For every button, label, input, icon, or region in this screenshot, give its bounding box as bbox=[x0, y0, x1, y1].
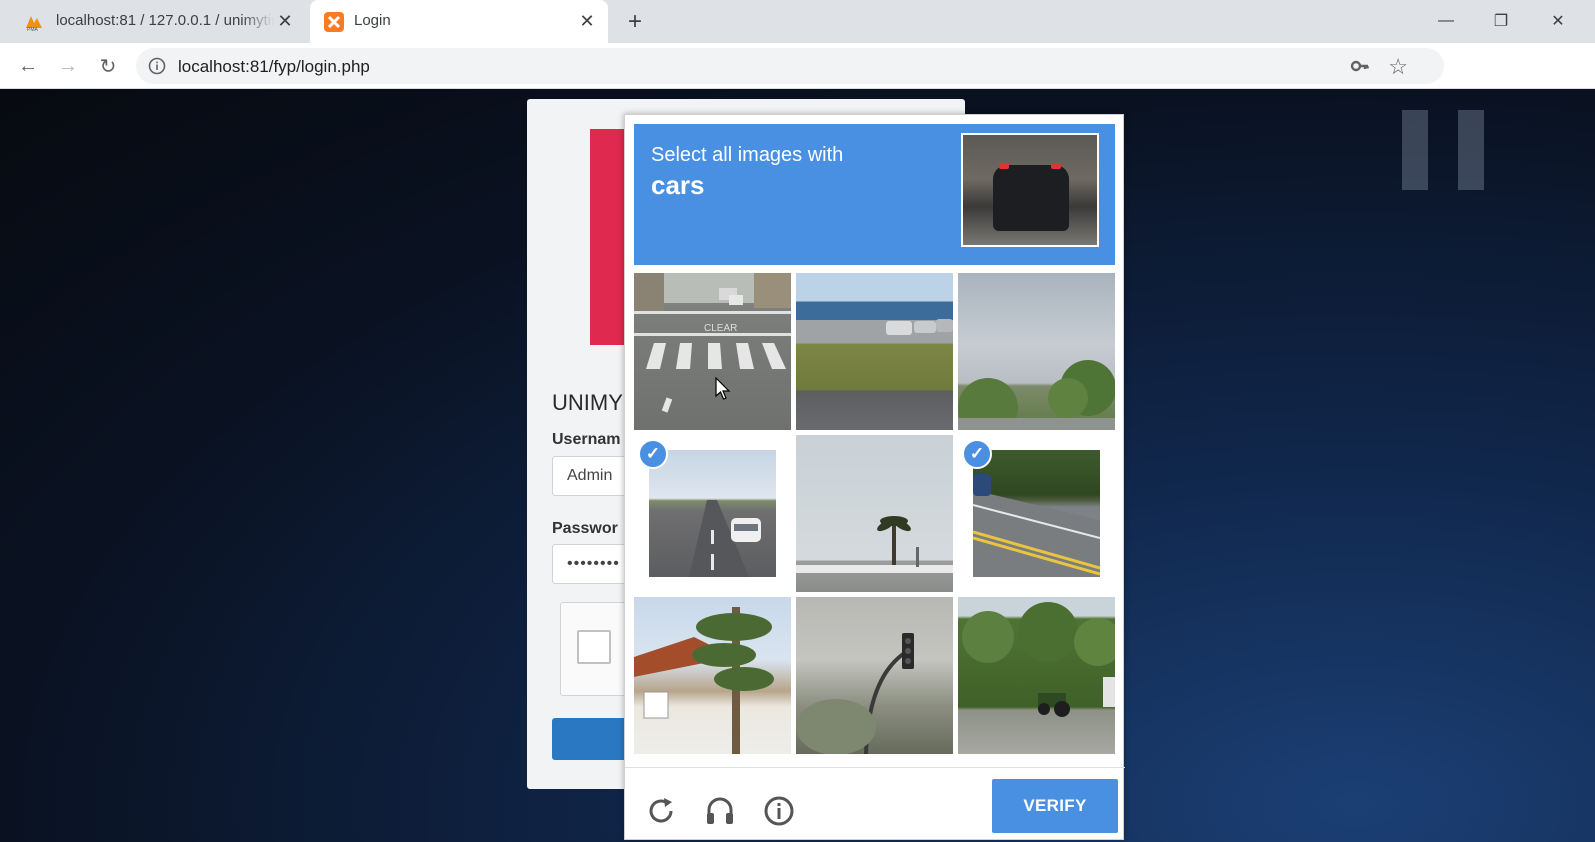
captcha-tile[interactable]: CLEAR bbox=[634, 273, 791, 430]
address-bar[interactable]: localhost:81/fyp/login.php ☆ bbox=[136, 48, 1444, 84]
captcha-tile-selected[interactable]: ✓ bbox=[634, 435, 791, 592]
pause-icon[interactable] bbox=[1458, 110, 1484, 190]
check-icon: ✓ bbox=[638, 439, 668, 469]
captcha-challenge: Select all images with cars CLEAR ✓ ✓ VE… bbox=[624, 114, 1125, 840]
reload-icon[interactable] bbox=[645, 795, 677, 827]
reload-page-icon[interactable]: ↻ bbox=[92, 50, 124, 82]
star-icon[interactable]: ☆ bbox=[1388, 54, 1408, 80]
captcha-tile[interactable] bbox=[958, 273, 1115, 430]
close-window-icon[interactable]: ✕ bbox=[1538, 6, 1578, 36]
svg-text:CLEAR: CLEAR bbox=[704, 323, 737, 334]
sample-image bbox=[961, 133, 1099, 247]
captcha-instruction: Select all images with bbox=[651, 144, 844, 166]
captcha-tile[interactable] bbox=[634, 597, 791, 754]
tab-phpmyadmin[interactable]: PMA localhost:81 / 127.0.0.1 / unimytim … bbox=[0, 0, 306, 43]
captcha-target: cars bbox=[651, 170, 705, 200]
site-info-icon[interactable] bbox=[148, 57, 166, 75]
captcha-tile[interactable] bbox=[958, 597, 1115, 754]
tab-title: localhost:81 / 127.0.0.1 / unimytim bbox=[56, 12, 274, 29]
recaptcha-checkbox[interactable] bbox=[577, 630, 611, 664]
password-label: Passwor bbox=[552, 520, 618, 537]
captcha-tile[interactable] bbox=[796, 597, 953, 754]
close-tab-icon[interactable]: ✕ bbox=[274, 10, 296, 32]
key-icon[interactable] bbox=[1350, 56, 1370, 76]
back-icon[interactable]: ← bbox=[12, 50, 44, 82]
browser-toolbar: ← → ↻ localhost:81/fyp/login.php ☆ S bbox=[0, 43, 1595, 123]
xampp-icon bbox=[324, 12, 344, 32]
new-tab-button[interactable]: + bbox=[621, 8, 649, 36]
captcha-tile[interactable] bbox=[796, 273, 953, 430]
phpmyadmin-icon: PMA bbox=[26, 16, 42, 32]
username-label: Usernam bbox=[552, 431, 621, 448]
restore-icon[interactable]: ❐ bbox=[1481, 6, 1521, 36]
captcha-tile[interactable] bbox=[796, 435, 953, 592]
svg-text:PMA: PMA bbox=[27, 27, 39, 32]
minimize-icon[interactable]: — bbox=[1426, 6, 1466, 36]
url-text: localhost:81/fyp/login.php bbox=[178, 57, 370, 76]
info-icon[interactable] bbox=[763, 795, 795, 827]
tab-login[interactable]: Login ✕ bbox=[310, 0, 608, 43]
tab-title: Login bbox=[354, 12, 391, 29]
pause-icon[interactable] bbox=[1402, 110, 1428, 190]
footer-divider bbox=[625, 767, 1125, 768]
captcha-grid: CLEAR ✓ ✓ bbox=[634, 273, 1115, 754]
captcha-tile-selected[interactable]: ✓ bbox=[958, 435, 1115, 592]
verify-button[interactable]: VERIFY bbox=[992, 779, 1118, 833]
close-tab-icon[interactable]: ✕ bbox=[576, 10, 598, 32]
audio-icon[interactable] bbox=[704, 795, 736, 827]
forward-icon[interactable]: → bbox=[52, 50, 84, 82]
tab-strip: PMA localhost:81 / 127.0.0.1 / unimytim … bbox=[0, 0, 1595, 43]
captcha-header: Select all images with cars bbox=[634, 124, 1115, 265]
mouse-cursor-icon bbox=[715, 377, 731, 400]
brand-title: UNIMY bbox=[552, 390, 623, 415]
check-icon: ✓ bbox=[962, 439, 992, 469]
